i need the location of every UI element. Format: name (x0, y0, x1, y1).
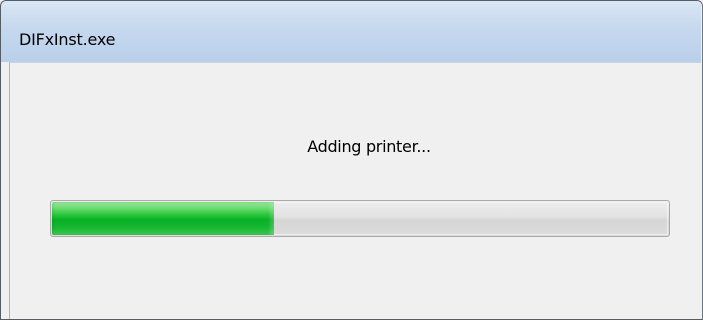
progress-fill (52, 202, 274, 235)
window-title: DIFxInst.exe (19, 30, 116, 49)
title-bar[interactable]: DIFxInst.exe (1, 1, 701, 62)
dialog-content: Adding printer... (9, 62, 701, 320)
progress-bar (50, 200, 670, 237)
status-message: Adding printer... (307, 137, 431, 156)
installer-window: DIFxInst.exe Adding printer... (0, 0, 703, 320)
